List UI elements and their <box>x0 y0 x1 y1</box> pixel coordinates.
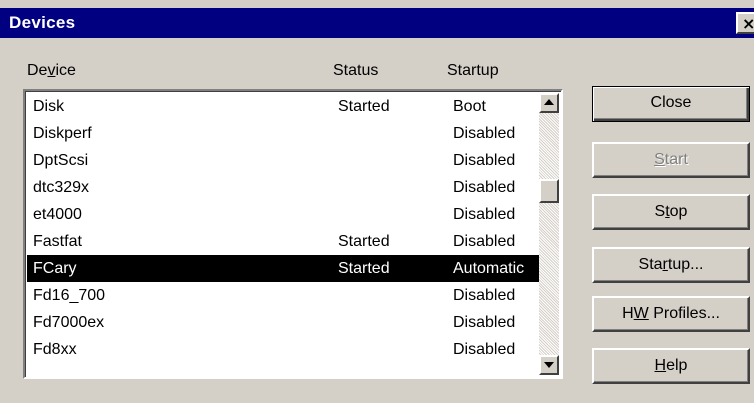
table-row[interactable]: DptScsi Disabled <box>27 147 543 174</box>
table-row[interactable]: Fd8xx Disabled <box>27 336 543 363</box>
device-startup-cell: Disabled <box>453 314 516 331</box>
arrow-down-icon <box>544 362 554 368</box>
device-startup-cell: Disabled <box>453 341 516 358</box>
close-button[interactable]: Close <box>592 86 750 122</box>
device-name-cell: dtc329x <box>33 179 90 196</box>
device-startup-cell: Boot <box>453 98 486 115</box>
table-row[interactable]: et4000 Disabled <box>27 201 543 228</box>
device-name-cell: FCary <box>33 260 77 277</box>
scroll-up-button[interactable] <box>539 93 559 113</box>
help-button[interactable]: Help <box>592 348 750 384</box>
device-startup-cell: Disabled <box>453 152 516 169</box>
device-name-cell: DptScsi <box>33 152 89 169</box>
device-name-cell: Fd8xx <box>33 341 77 358</box>
arrow-up-icon <box>544 99 554 105</box>
device-status-cell: Started <box>338 260 390 277</box>
device-name-cell: Diskperf <box>33 125 92 142</box>
table-row[interactable]: Disk Started Boot <box>27 93 543 120</box>
stop-button[interactable]: Stop <box>592 194 750 230</box>
device-startup-cell: Disabled <box>453 206 516 223</box>
table-row[interactable]: FCary Started Automatic <box>27 255 543 282</box>
device-name-cell: Fd16_700 <box>33 287 106 304</box>
device-name-cell: Fastfat <box>33 233 82 250</box>
column-header-device: Device <box>27 62 76 79</box>
window-title: Devices <box>9 13 76 32</box>
column-header-startup: Startup <box>447 62 499 79</box>
device-startup-cell: Disabled <box>453 125 516 142</box>
device-startup-cell: Automatic <box>453 260 525 277</box>
title-bar: Devices × <box>0 8 754 38</box>
column-header-status: Status <box>333 62 379 79</box>
device-startup-cell: Disabled <box>453 287 516 304</box>
hw-profiles-button[interactable]: HW Profiles... <box>592 296 750 332</box>
device-rows: Disk Started Boot Diskperf Disabled DptScsi Di… <box>27 93 543 363</box>
device-list[interactable]: Disk Started Boot Diskperf Disabled DptScsi Di… <box>23 89 563 379</box>
table-row[interactable]: Fd16_700 Disabled <box>27 282 543 309</box>
device-startup-cell: Disabled <box>453 179 516 196</box>
device-startup-cell: Disabled <box>453 233 516 250</box>
device-status-cell: Started <box>338 233 390 250</box>
close-icon: × <box>742 14 754 33</box>
scroll-thumb[interactable] <box>539 179 559 203</box>
close-window-button[interactable]: × <box>736 12 754 34</box>
device-name-cell: Fd7000ex <box>33 314 105 331</box>
scroll-down-button[interactable] <box>539 355 559 375</box>
table-row[interactable]: Diskperf Disabled <box>27 120 543 147</box>
device-name-cell: et4000 <box>33 206 82 223</box>
startup-button[interactable]: Startup... <box>592 247 750 283</box>
device-status-cell: Started <box>338 98 390 115</box>
device-name-cell: Disk <box>33 98 65 115</box>
start-button[interactable]: Start <box>592 142 750 178</box>
devices-dialog: Devices × Device Status Startup Disk Star… <box>0 0 754 403</box>
table-row[interactable]: Fd7000ex Disabled <box>27 309 543 336</box>
table-row[interactable]: Fastfat Started Disabled <box>27 228 543 255</box>
table-row[interactable]: dtc329x Disabled <box>27 174 543 201</box>
device-list-scrollbar[interactable] <box>539 93 559 375</box>
